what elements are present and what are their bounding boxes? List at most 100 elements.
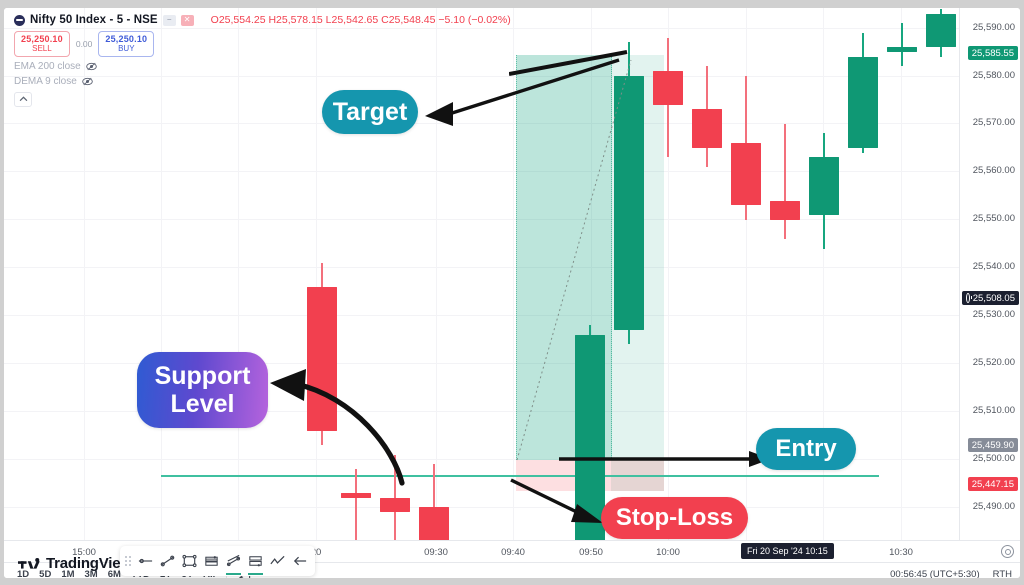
candle-body xyxy=(653,71,683,105)
tradingview-watermark: TradingView xyxy=(18,555,132,572)
support-label-line2: Level xyxy=(170,390,235,418)
entry-label[interactable]: Entry xyxy=(756,428,856,470)
ohlc-values: O25,554.25 H25,578.15 L25,542.65 C25,548… xyxy=(210,14,511,26)
support-level-label[interactable]: Support Level xyxy=(137,352,268,428)
time-tick: 09:40 xyxy=(501,547,525,558)
candlestick[interactable] xyxy=(614,42,644,345)
level-price-badge[interactable]: 25,459.90 xyxy=(967,438,1018,452)
symbol-title[interactable]: Nifty 50 Index - 5 - NSE xyxy=(30,14,158,26)
price-tick: 25,540.00 xyxy=(972,261,1015,272)
candle-body xyxy=(307,286,337,431)
price-axis[interactable]: 25,590.00 25,580.00 25,570.00 25,560.00 25,5… xyxy=(959,8,1020,560)
price-tick: 25,520.00 xyxy=(972,357,1015,368)
candlestick[interactable] xyxy=(341,469,371,540)
last-price-value: 25,585.55 xyxy=(971,47,1014,59)
long-position-icon[interactable] xyxy=(201,549,222,573)
chart-canvas[interactable]: Target Entry Stop-Loss Support Level Nif… xyxy=(4,8,959,540)
price-tick: 25,560.00 xyxy=(972,165,1015,176)
nifty-index-icon xyxy=(14,14,25,26)
candlestick[interactable] xyxy=(692,66,722,167)
tradingview-logo-icon xyxy=(18,557,40,569)
eye-off-icon[interactable] xyxy=(82,76,93,87)
support-label-line1: Support xyxy=(154,362,251,390)
alert-price-badge[interactable]: 25,447.15 xyxy=(967,477,1018,491)
stoploss-label[interactable]: Stop-Loss xyxy=(601,497,748,539)
candle-body xyxy=(419,507,449,540)
candlestick[interactable] xyxy=(380,454,410,540)
candle-body xyxy=(809,157,839,215)
support-level-line[interactable] xyxy=(161,475,879,477)
candlestick[interactable] xyxy=(848,32,878,153)
level-price-value: 25,459.90 xyxy=(971,439,1014,451)
grid-line xyxy=(901,8,902,540)
price-tick: 25,550.00 xyxy=(972,213,1015,224)
zigzag-icon[interactable] xyxy=(267,549,288,573)
crosshair-target-icon[interactable] xyxy=(1001,545,1014,558)
price-tick: 25,590.00 xyxy=(972,22,1015,33)
sell-price: 25,250.10 xyxy=(21,34,63,44)
tradingview-wordmark: TradingView xyxy=(46,555,132,572)
target-label[interactable]: Target xyxy=(322,90,418,134)
stoploss-label-text: Stop-Loss xyxy=(615,504,734,531)
drawing-toolbar[interactable] xyxy=(120,546,315,576)
spread-value: 0.00 xyxy=(75,38,93,49)
candle-body xyxy=(848,56,878,148)
cursor-price-value: 25,508.05 xyxy=(972,292,1015,304)
alert-price-value: 25,447.15 xyxy=(971,478,1014,490)
session-value: RTH xyxy=(992,569,1012,578)
candlestick[interactable] xyxy=(575,325,605,540)
candlestick[interactable] xyxy=(809,133,839,249)
parallel-channel-icon[interactable] xyxy=(223,549,244,575)
session-info: 00:56:45 (UTC+5:30) RTH xyxy=(890,569,1012,578)
cursor-time-value: Fri 20 Sep '24 10:15 xyxy=(747,546,828,556)
buy-button[interactable]: 25,250.10 BUY xyxy=(98,31,155,57)
candle-body xyxy=(887,47,917,52)
indicator-name: EMA 200 close xyxy=(14,60,81,72)
candlestick[interactable] xyxy=(887,23,917,67)
sell-label: SELL xyxy=(32,44,52,54)
eye-off-icon[interactable] xyxy=(85,61,97,72)
candle-body xyxy=(575,334,605,540)
candlestick[interactable] xyxy=(419,464,449,540)
clock-icon xyxy=(966,293,972,303)
grid-line xyxy=(513,8,514,540)
tradingview-chart-window: Target Entry Stop-Loss Support Level Nif… xyxy=(4,8,1020,578)
sell-button[interactable]: 25,250.10 SELL xyxy=(14,31,70,57)
time-tick: 10:30 xyxy=(889,547,913,558)
drag-grip-icon[interactable] xyxy=(125,556,131,566)
candle-body xyxy=(341,492,371,498)
candlestick[interactable] xyxy=(307,262,337,446)
chevron-up-icon[interactable] xyxy=(14,91,32,107)
grid-line xyxy=(4,507,959,508)
minimize-icon[interactable]: − xyxy=(162,14,176,26)
arrow-marker-icon[interactable] xyxy=(289,549,310,573)
indicator-name: DEMA 9 close xyxy=(14,75,77,87)
candle-wick xyxy=(784,123,786,239)
buy-price: 25,250.10 xyxy=(105,34,148,44)
rectangle-icon[interactable] xyxy=(179,549,200,573)
candle-body xyxy=(614,75,644,330)
candlestick[interactable] xyxy=(770,123,800,239)
short-position-icon[interactable] xyxy=(245,549,266,575)
horizontal-ray-icon[interactable] xyxy=(135,549,156,573)
price-tick: 25,500.00 xyxy=(972,453,1015,464)
indicator-row-dema9[interactable]: DEMA 9 close xyxy=(14,76,511,87)
cursor-time-badge: Fri 20 Sep '24 10:15 xyxy=(741,543,834,559)
trend-line-icon[interactable] xyxy=(157,549,178,573)
clock-value: 00:56:45 (UTC+5:30) xyxy=(890,569,980,578)
candlestick[interactable] xyxy=(731,75,761,220)
time-tick: 09:50 xyxy=(579,547,603,558)
grid-line xyxy=(4,315,959,316)
indicator-row-ema200[interactable]: EMA 200 close xyxy=(14,61,511,72)
candlestick[interactable] xyxy=(926,8,956,57)
grid-line xyxy=(4,267,959,268)
candlestick[interactable] xyxy=(653,37,683,158)
close-icon[interactable]: ✕ xyxy=(180,14,194,26)
cursor-price-badge[interactable]: 25,508.05 xyxy=(962,291,1019,305)
buy-label: BUY xyxy=(118,44,135,54)
price-tick: 25,530.00 xyxy=(972,309,1015,320)
candle-body xyxy=(731,143,761,206)
price-tick: 25,490.00 xyxy=(972,501,1015,512)
last-price-badge[interactable]: 25,585.55 xyxy=(967,46,1018,60)
candle-body xyxy=(926,13,956,48)
